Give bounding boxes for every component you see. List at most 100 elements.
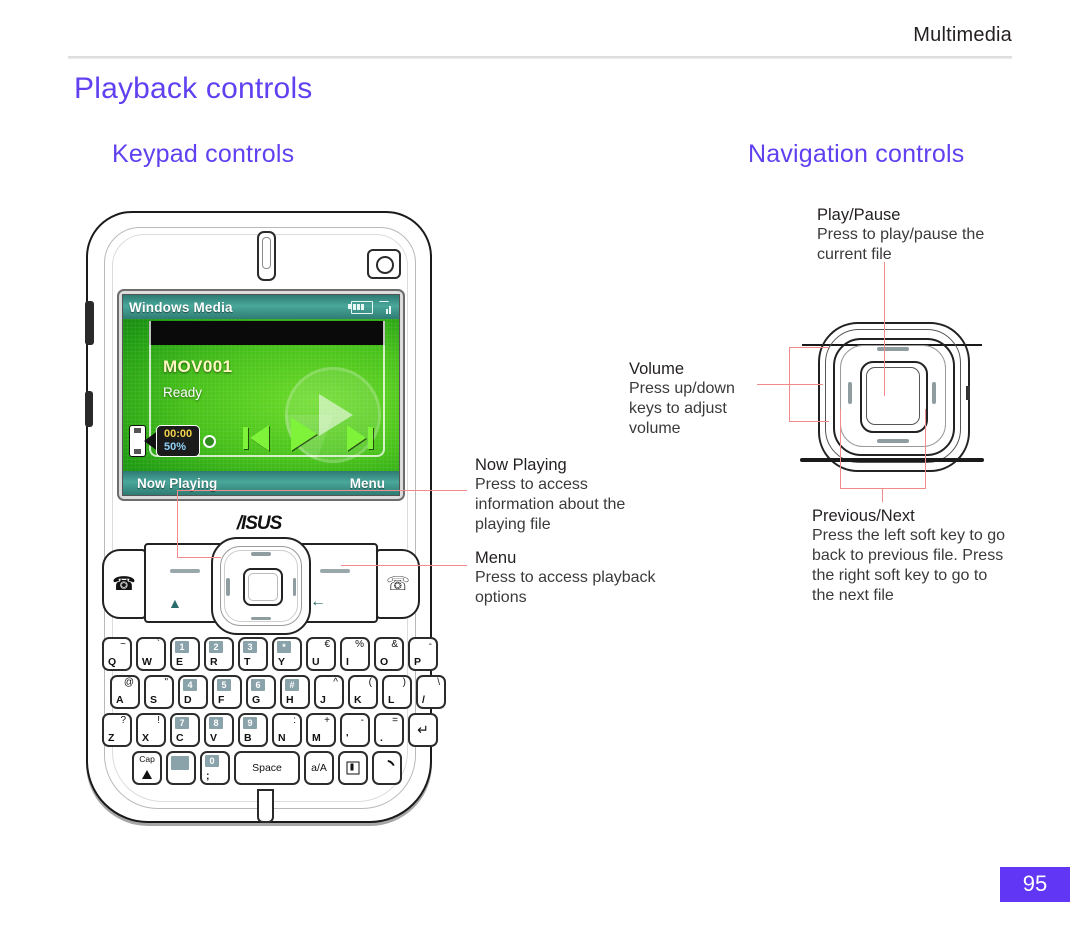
key-j[interactable]: ^ J: [314, 675, 344, 709]
key-space[interactable]: Space: [234, 751, 300, 785]
play-icon[interactable]: [291, 417, 317, 451]
key-l[interactable]: ) L: [382, 675, 412, 709]
annotation-play-pause-title: Play/Pause: [817, 206, 901, 224]
key-slash[interactable]: \ /: [416, 675, 446, 709]
home-icon[interactable]: ▲: [168, 595, 182, 611]
key-m[interactable]: + M: [306, 713, 336, 747]
key-o[interactable]: & O: [374, 637, 404, 671]
dpad-right-marker[interactable]: [292, 578, 296, 596]
key-q-shift: ~: [120, 639, 126, 650]
soft-key-left-label[interactable]: Now Playing: [137, 476, 217, 491]
key-n[interactable]: :N: [272, 713, 302, 747]
key-w[interactable]: ` W: [136, 637, 166, 671]
key-e[interactable]: 1E: [170, 637, 200, 671]
space-label: Space: [252, 762, 282, 774]
blank-key-marker: [171, 756, 189, 770]
key-b-label: B: [244, 732, 252, 744]
key-blank[interactable]: [166, 751, 196, 785]
key-g-num: 6: [251, 679, 265, 691]
key-k-label: K: [354, 694, 362, 706]
key-zero-label: ;: [206, 770, 210, 782]
dpad-left-marker[interactable]: [226, 578, 230, 596]
dpad-diagram-right-marker[interactable]: [932, 382, 936, 404]
key-symbol[interactable]: [338, 751, 368, 785]
key-period-label: .: [380, 732, 383, 744]
dpad-diagram-down-marker[interactable]: [877, 439, 909, 443]
previous-icon[interactable]: [243, 425, 269, 451]
key-c[interactable]: 7C: [170, 713, 200, 747]
keyboard-row-3: ? Z ! X 7C 8V 9B :N + M - ' =. ↵: [102, 713, 438, 747]
key-case-toggle[interactable]: a/A: [304, 751, 334, 785]
bottom-connector-nub: [257, 789, 274, 823]
key-i[interactable]: % I: [340, 637, 370, 671]
annotation-volume-line-3: volume: [629, 420, 681, 437]
key-apostrophe-label: ': [346, 732, 349, 744]
key-r[interactable]: 2R: [204, 637, 234, 671]
enter-icon: ↵: [417, 721, 429, 738]
dpad-diagram-up-marker[interactable]: [877, 347, 909, 351]
soft-key-right-label[interactable]: Menu: [350, 476, 385, 491]
key-t[interactable]: 3T: [238, 637, 268, 671]
key-u[interactable]: € U: [306, 637, 336, 671]
key-q[interactable]: ~ Q: [102, 637, 132, 671]
key-zero[interactable]: 0;: [200, 751, 230, 785]
end-call-button[interactable]: ☏: [376, 549, 420, 619]
screen-soft-key-bar: Now Playing Menu: [123, 471, 399, 495]
connector-volume-horizontal-bottom: [789, 421, 829, 423]
key-s[interactable]: " S: [144, 675, 174, 709]
key-g[interactable]: 6G: [246, 675, 276, 709]
key-power[interactable]: [372, 751, 402, 785]
earpiece-speaker: [257, 231, 276, 281]
key-k[interactable]: (K: [348, 675, 378, 709]
status-bar-icons: [348, 300, 393, 314]
back-icon[interactable]: ←: [310, 593, 326, 611]
media-file-name: MOV001: [163, 357, 233, 376]
key-y[interactable]: * Y: [272, 637, 302, 671]
key-a-shift: @: [123, 677, 134, 688]
key-e-label: E: [176, 656, 184, 668]
screen-bezel: Windows Media MOV001 Ready 00:00 50% Now…: [117, 289, 405, 501]
key-c-num: 7: [175, 717, 189, 729]
key-cap-shift[interactable]: Cap: [132, 751, 162, 785]
key-apostrophe-shift: -: [360, 715, 364, 726]
key-h[interactable]: # H: [280, 675, 310, 709]
next-icon[interactable]: [347, 425, 373, 451]
key-x[interactable]: ! X: [136, 713, 166, 747]
key-z[interactable]: ? Z: [102, 713, 132, 747]
key-p[interactable]: -P: [408, 637, 438, 671]
annotation-menu-line-2: options: [475, 589, 527, 606]
key-y-label: Y: [278, 656, 286, 668]
key-period[interactable]: =.: [374, 713, 404, 747]
page-root: Multimedia Playback controls Keypad cont…: [0, 0, 1080, 930]
key-u-shift: €: [324, 639, 330, 650]
key-d-num: 4: [183, 679, 197, 691]
annotation-volume-line-1: Press up/down: [629, 380, 735, 397]
key-b[interactable]: 9B: [238, 713, 268, 747]
call-button[interactable]: ☎: [102, 549, 146, 619]
navigation-dpad[interactable]: [211, 537, 311, 635]
side-button-secondary[interactable]: [85, 391, 93, 427]
dpad-center-button[interactable]: [243, 568, 283, 606]
key-w-shift: `: [156, 639, 160, 650]
key-x-label: X: [142, 732, 150, 744]
annotation-previous-next-line-1: Press the left soft key to go: [812, 527, 1005, 544]
key-v[interactable]: 8V: [204, 713, 234, 747]
annotation-play-pause: Play/Pause Press to play/pause the curre…: [817, 205, 1032, 265]
key-apostrophe[interactable]: - ': [340, 713, 370, 747]
key-h-label: H: [286, 694, 294, 706]
connector-volume-horizontal-top: [789, 347, 829, 349]
front-camera-icon: [367, 249, 401, 279]
volume-side-button[interactable]: [85, 301, 94, 345]
key-enter[interactable]: ↵: [408, 713, 438, 747]
key-f[interactable]: 5F: [212, 675, 242, 709]
dpad-diagram-left-marker[interactable]: [848, 382, 852, 404]
key-w-label: W: [142, 656, 152, 668]
key-d[interactable]: 4D: [178, 675, 208, 709]
dpad-up-marker[interactable]: [251, 552, 271, 556]
key-a[interactable]: @ A: [110, 675, 140, 709]
dpad-down-marker[interactable]: [251, 616, 271, 620]
volume-osd: 00:00 50%: [129, 425, 217, 457]
volume-knob[interactable]: [203, 434, 217, 448]
media-status-label: Ready: [163, 385, 203, 400]
annotation-now-playing-line-3: playing file: [475, 516, 551, 533]
